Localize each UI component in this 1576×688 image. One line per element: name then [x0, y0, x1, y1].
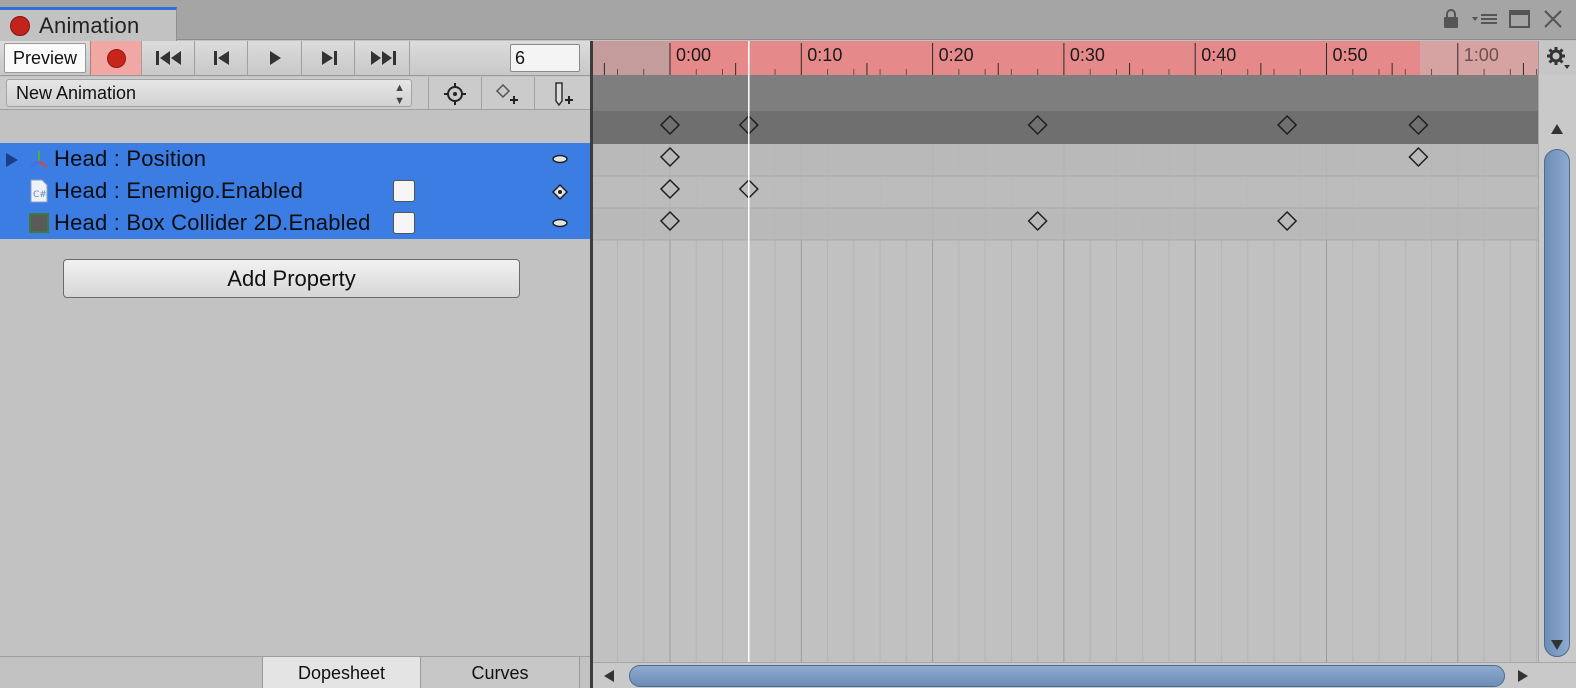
title-bar: Animation: [0, 0, 1576, 41]
keyframe-dash-icon[interactable]: [551, 154, 569, 164]
next-key-icon: [321, 51, 337, 65]
vertical-scroll-thumb[interactable]: [1544, 149, 1570, 657]
add-event-icon: [554, 81, 573, 106]
ruler-label: 0:40: [1201, 45, 1236, 65]
view-mode-bar: Dopesheet Curves: [0, 656, 590, 688]
add-keyframe-button[interactable]: [481, 77, 533, 110]
keyframe-row-enemigo: [593, 176, 1538, 208]
scroll-up-icon[interactable]: [1550, 123, 1564, 135]
summary-row: [593, 111, 1538, 144]
tab-label: Dopesheet: [297, 662, 386, 683]
vertical-scrollbar[interactable]: [1538, 75, 1576, 662]
dopesheet-timeline[interactable]: 0:00 0:10 0:20 0:30 0:40 0:50 1:00: [593, 41, 1576, 688]
record-button[interactable]: [90, 41, 142, 75]
previous-keyframe-button[interactable]: [196, 41, 248, 75]
keyframe-row-collider: [593, 208, 1538, 240]
box-collider-icon: [29, 213, 49, 233]
horizontal-scroll-thumb[interactable]: [629, 665, 1505, 687]
ruler-label: 0:50: [1333, 45, 1368, 65]
add-event-button[interactable]: [534, 77, 590, 110]
property-label: Head : Enemigo.Enabled: [54, 178, 304, 203]
first-key-icon: [155, 51, 181, 65]
ruler-label: 0:10: [807, 45, 842, 65]
event-strip: [593, 75, 1538, 111]
ruler-label: 0:00: [676, 45, 711, 65]
transform-axes-icon: [30, 151, 48, 168]
svg-text:C#: C#: [33, 190, 47, 200]
settings-button[interactable]: [1538, 41, 1576, 75]
play-icon: [270, 51, 281, 65]
clip-name: New Animation: [16, 83, 137, 103]
scroll-left-icon[interactable]: [603, 669, 615, 683]
prev-key-icon: [213, 51, 229, 65]
first-keyframe-button[interactable]: [143, 41, 195, 75]
ruler-record-range: [670, 41, 1420, 75]
maximize-icon[interactable]: [1508, 8, 1532, 30]
next-keyframe-button[interactable]: [303, 41, 355, 75]
lock-icon[interactable]: [1442, 8, 1460, 30]
property-row-position[interactable]: Head : Position: [0, 143, 590, 175]
last-keyframe-button[interactable]: [356, 41, 410, 75]
ruler-label: 0:20: [939, 45, 974, 65]
dopesheet-canvas[interactable]: 0:00 0:10 0:20 0:30 0:40 0:50 1:00: [593, 41, 1538, 662]
clip-selector-dropdown[interactable]: New Animation ▲ ▼: [6, 79, 412, 107]
expand-triangle-icon[interactable]: [4, 152, 20, 168]
last-key-icon: [370, 51, 396, 65]
property-label: Head : Position: [54, 146, 207, 171]
tab-label: Curves: [471, 662, 529, 683]
record-icon: [106, 48, 126, 68]
dropdown-arrows-icon: ▲ ▼: [394, 82, 405, 107]
clip-row: New Animation ▲ ▼: [0, 77, 592, 110]
add-keyframe-icon: [495, 83, 518, 104]
tab-dopesheet[interactable]: Dopesheet: [262, 657, 420, 688]
property-row-box-collider-enabled[interactable]: Head : Box Collider 2D.Enabled: [0, 207, 590, 239]
record-indicator-icon: [10, 15, 30, 36]
property-row-enemigo-enabled[interactable]: C# Head : Enemigo.Enabled: [0, 175, 590, 207]
gear-icon: [1546, 47, 1570, 69]
ruler-label: 1:00: [1464, 45, 1499, 65]
preview-label: Preview: [12, 47, 78, 68]
keyframe-dash-icon[interactable]: [551, 218, 569, 228]
frame-number-field[interactable]: [510, 44, 580, 72]
csharp-script-icon: C#: [30, 179, 48, 203]
tab-title: Animation: [39, 12, 140, 38]
keyframe-row-position: [593, 144, 1538, 176]
tab-curves[interactable]: Curves: [420, 657, 580, 688]
add-property-button[interactable]: Add Property: [63, 259, 520, 298]
play-button[interactable]: [249, 41, 302, 75]
filter-by-selection-button[interactable]: [428, 77, 480, 110]
close-icon[interactable]: [1542, 8, 1564, 30]
horizontal-scrollbar[interactable]: [593, 662, 1576, 688]
animation-toolbar: Preview: [0, 41, 592, 76]
ruler-label: 0:30: [1070, 45, 1105, 65]
keyframe-diamond-icon[interactable]: [551, 183, 569, 201]
preview-button[interactable]: Preview: [4, 43, 86, 73]
property-label: Head : Box Collider 2D.Enabled: [54, 210, 371, 235]
tab-menu-icon[interactable]: [1470, 8, 1500, 30]
animation-tab[interactable]: Animation: [0, 7, 177, 41]
crosshair-icon: [443, 82, 466, 105]
scroll-down-icon[interactable]: [1550, 639, 1564, 651]
enabled-checkbox[interactable]: [393, 180, 415, 202]
enabled-checkbox[interactable]: [393, 212, 415, 234]
scroll-right-icon[interactable]: [1517, 669, 1529, 683]
